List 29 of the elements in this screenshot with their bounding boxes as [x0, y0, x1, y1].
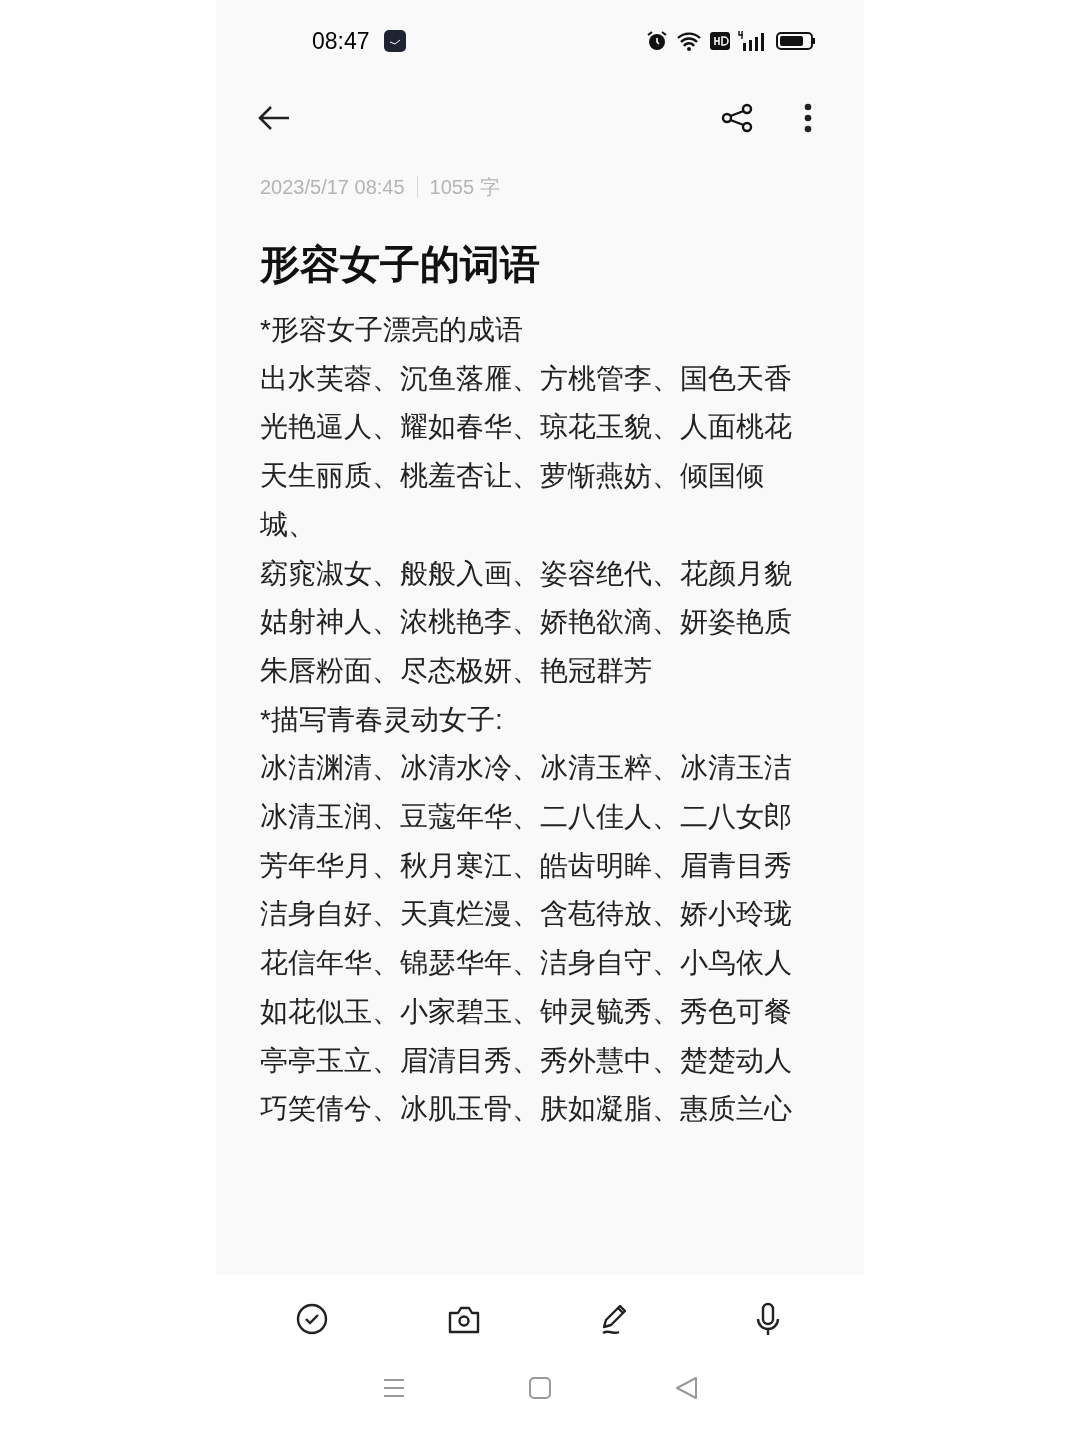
note-paragraph: 姑射神人、浓桃艳李、娇艳欲滴、妍姿艳质	[260, 605, 793, 640]
back-nav-button[interactable]	[673, 1375, 699, 1401]
note-date: 2023/5/17 08:45	[260, 175, 405, 200]
wifi-icon	[676, 30, 702, 52]
note-paragraph: 芳年华月、秋月寒江、皓齿明眸、眉青目秀	[260, 848, 793, 883]
note-paragraph: 亭亭玉立、眉清目秀、秀外慧中、楚楚动人	[260, 1043, 793, 1078]
hd-icon	[710, 32, 730, 50]
note-paragraph: 光艳逼人、耀如春华、琼花玉貌、人面桃花	[260, 410, 793, 445]
note-paragraph: 洁身自好、天真烂漫、含苞待放、娇小玲珑	[260, 897, 793, 932]
note-paragraph: 朱唇粉面、尽态极妍、艳冠群芳	[260, 653, 653, 688]
alarm-icon	[646, 30, 668, 52]
status-time: 08:47	[312, 26, 370, 56]
note-paragraph: 出水芙蓉、沉鱼落雁、方桃管李、国色天香	[260, 361, 793, 396]
battery-icon	[776, 31, 816, 51]
note-paragraph: 如花似玉、小家碧玉、钟灵毓秀、秀色可餐	[260, 994, 793, 1029]
word-count: 1055 字	[429, 175, 500, 200]
note-paragraph: 花信年华、锦瑟华年、洁身自守、小鸟依人	[260, 946, 793, 981]
clock-app-icon	[383, 30, 406, 52]
note-paragraph: 天生丽质、桃羞杏让、萝惭燕妨、倾国倾城、	[260, 459, 765, 542]
home-button[interactable]	[527, 1375, 553, 1401]
note-paragraph: 冰清玉润、豆蔻年华、二八佳人、二八女郎	[260, 800, 793, 835]
note-paragraph: 窈窕淑女、般般入画、姿容绝代、花颜月貌	[260, 556, 793, 591]
share-button[interactable]	[720, 101, 754, 135]
note-paragraph: 巧笑倩兮、冰肌玉骨、肤如凝脂、惠质兰心	[260, 1092, 793, 1127]
note-title: 形容女子的词语	[259, 241, 541, 288]
more-options-button[interactable]	[804, 103, 812, 133]
note-paragraph: *描写青春灵动女子:	[260, 702, 504, 737]
note-paragraph: 冰洁渊清、冰清水冷、冰清玉粹、冰清玉洁	[260, 751, 793, 786]
note-paragraph: *形容女子漂亮的成语	[260, 313, 524, 347]
